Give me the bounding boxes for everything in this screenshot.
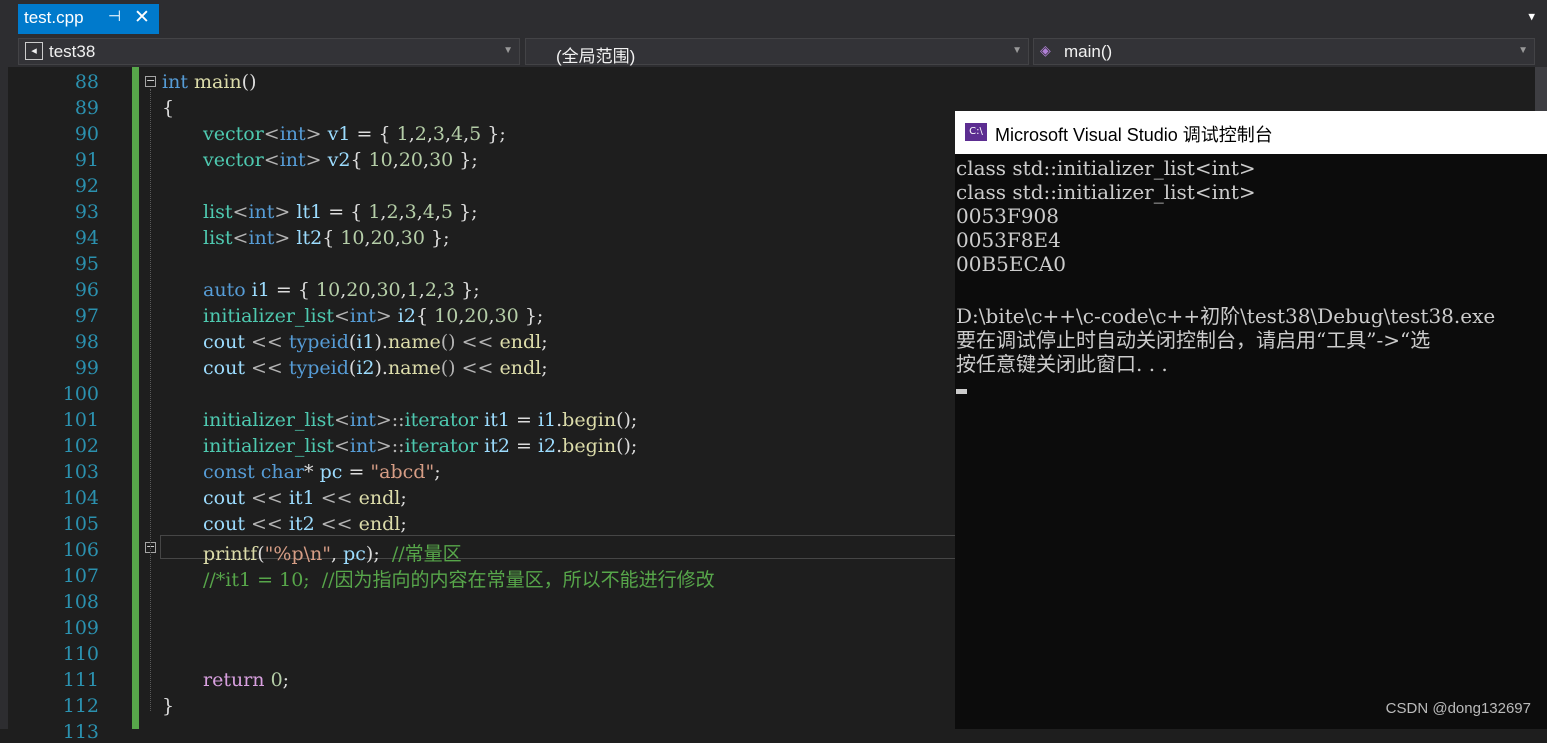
line-number: 105: [62, 513, 99, 535]
tab-test-cpp[interactable]: test.cpp ⊣ ✕: [18, 4, 159, 34]
console-output-line: class std::initializer_list<int>: [956, 180, 1256, 204]
line-number: 89: [74, 97, 99, 119]
scope-dropdown[interactable]: (全局范围) ▼: [525, 38, 1029, 66]
code-line-93: list<int> lt1 = { 1,2,3,4,5 };: [203, 201, 478, 223]
code-line-106: printf("%p\n", pc); //常量区: [203, 543, 462, 565]
vertical-scrollbar[interactable]: [1535, 67, 1547, 111]
project-dropdown-value: test38: [49, 42, 96, 61]
code-line-91: vector<int> v2{ 10,20,30 };: [203, 149, 478, 171]
chevron-down-icon: ▼: [1518, 45, 1528, 56]
line-number: 107: [62, 565, 99, 587]
line-number: 113: [62, 721, 99, 743]
change-tracking-bar: [132, 67, 139, 729]
code-line-89: {: [162, 97, 175, 119]
line-number: 102: [62, 435, 99, 457]
left-tool-strip: [0, 67, 8, 729]
line-number: 111: [62, 669, 99, 691]
method-icon: ◈: [1040, 42, 1051, 58]
close-icon[interactable]: ✕: [134, 6, 150, 29]
console-output-line: 0053F908: [956, 204, 1059, 228]
chevron-down-icon: ▼: [1012, 45, 1022, 56]
line-number: 93: [74, 201, 99, 223]
console-output-line: 按任意键关闭此窗口. . .: [956, 352, 1168, 376]
console-app-icon: C:\: [965, 123, 987, 141]
console-title: Microsoft Visual Studio 调试控制台: [995, 125, 1273, 145]
console-cursor: [956, 389, 967, 394]
project-icon: ◂: [25, 42, 43, 60]
line-number: 108: [62, 591, 99, 613]
line-number: 109: [62, 617, 99, 639]
code-line-112: }: [162, 695, 175, 717]
code-line-101: initializer_list<int>::iterator it1 = i1…: [203, 409, 638, 431]
code-line-99: cout << typeid(i2).name() << endl;: [203, 357, 548, 379]
code-line-97: initializer_list<int> i2{ 10,20,30 };: [203, 305, 544, 327]
console-output-line: 00B5ECA0: [956, 252, 1066, 276]
line-number: 100: [62, 383, 99, 405]
line-number: 110: [62, 643, 99, 665]
line-number: 96: [74, 279, 99, 301]
watermark: CSDN @dong132697: [1385, 700, 1531, 717]
line-number: 94: [74, 227, 99, 249]
line-number: 106: [62, 539, 99, 561]
line-number: 90: [74, 123, 99, 145]
line-number: 104: [62, 487, 99, 509]
line-number: 101: [62, 409, 99, 431]
code-line-96: auto i1 = { 10,20,30,1,2,3 };: [203, 279, 480, 301]
code-line-107: //*it1 = 10; //因为指向的内容在常量区，所以不能进行修改: [203, 569, 715, 591]
navigation-bar: ◂ test38 ▼ (全局范围) ▼ ◈ main() ▼: [0, 36, 1547, 67]
tab-overflow-dropdown-icon[interactable]: ▼: [1528, 10, 1535, 23]
code-line-111: return 0;: [203, 669, 290, 691]
code-editor[interactable]: − − int main() { vector<int> v1 = { 1,2,…: [140, 67, 955, 729]
member-dropdown-value: main(): [1064, 42, 1113, 61]
member-dropdown[interactable]: ◈ main() ▼: [1033, 38, 1535, 65]
code-line-90: vector<int> v1 = { 1,2,3,4,5 };: [203, 123, 506, 145]
code-line-104: cout << it1 << endl;: [203, 487, 407, 509]
line-number: 98: [74, 331, 99, 353]
indent-guide: [150, 89, 151, 711]
console-title-bar[interactable]: C:\ Microsoft Visual Studio 调试控制台: [955, 111, 1547, 154]
code-line-88: int main(): [162, 71, 257, 93]
line-number: 97: [74, 305, 99, 327]
document-tab-strip: test.cpp ⊣ ✕ ▼: [0, 0, 1547, 36]
indicator-margin: [8, 67, 46, 729]
code-line-98: cout << typeid(i1).name() << endl;: [203, 331, 548, 353]
line-number: 95: [74, 253, 99, 275]
line-number: 103: [62, 461, 99, 483]
line-number-gutter: 88 89 90 91 92 93 94 95 96 97 98 99 100 …: [46, 67, 132, 743]
line-number: 88: [74, 71, 99, 93]
code-line-103: const char* pc = "abcd";: [203, 461, 441, 483]
line-number: 92: [74, 175, 99, 197]
line-number: 112: [62, 695, 99, 717]
console-output-line: 0053F8E4: [956, 228, 1061, 252]
code-line-102: initializer_list<int>::iterator it2 = i2…: [203, 435, 638, 457]
line-number: 91: [74, 149, 99, 171]
line-number: 99: [74, 357, 99, 379]
project-dropdown[interactable]: ◂ test38 ▼: [18, 38, 520, 65]
debug-console-window[interactable]: C:\ Microsoft Visual Studio 调试控制台 class …: [955, 111, 1547, 729]
tab-title: test.cpp: [24, 8, 84, 27]
scope-dropdown-value: (全局范围): [556, 47, 636, 66]
pin-icon[interactable]: ⊣: [108, 7, 121, 25]
chevron-down-icon: ▼: [503, 45, 513, 56]
code-line-105: cout << it2 << endl;: [203, 513, 407, 535]
code-line-94: list<int> lt2{ 10,20,30 };: [203, 227, 450, 249]
console-output-line: class std::initializer_list<int>: [956, 156, 1256, 180]
collapse-icon[interactable]: −: [145, 75, 156, 87]
